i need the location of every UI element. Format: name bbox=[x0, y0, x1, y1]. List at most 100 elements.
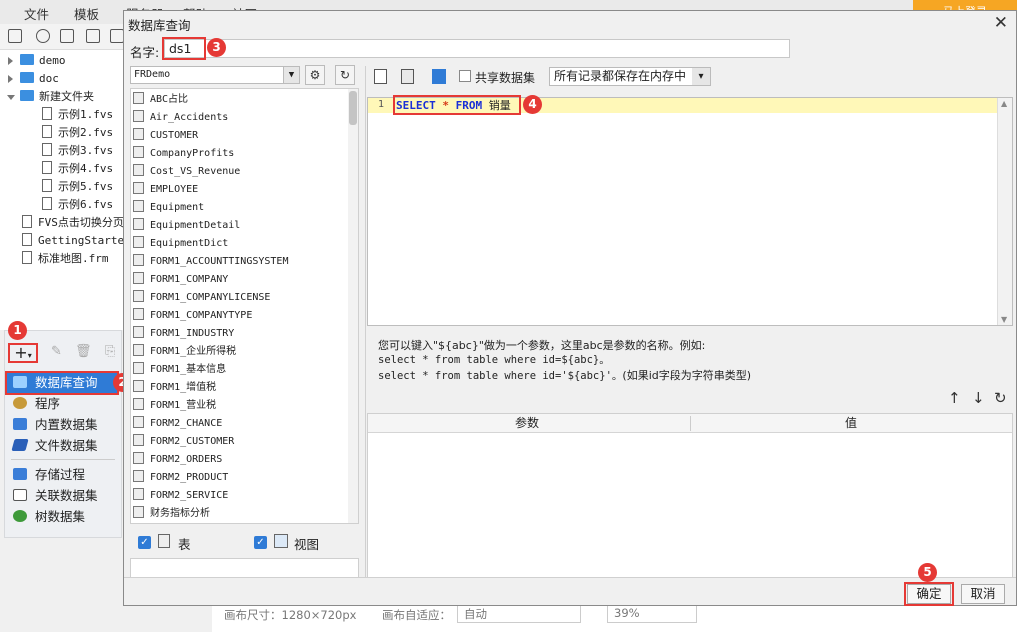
refresh-icon[interactable] bbox=[36, 29, 50, 43]
close-icon[interactable]: ✕ bbox=[994, 13, 1008, 33]
tree-file[interactable]: 示例5.fvs bbox=[42, 178, 113, 196]
document-icon[interactable] bbox=[60, 29, 74, 43]
zoom-select[interactable]: 39% bbox=[607, 603, 697, 623]
table-icon bbox=[133, 128, 144, 140]
chevron-down-icon[interactable]: ▾ bbox=[692, 68, 710, 85]
dataset-tree[interactable]: 树数据集 bbox=[13, 507, 85, 527]
dataset-file[interactable]: 文件数据集 bbox=[11, 436, 98, 456]
save-icon[interactable] bbox=[401, 69, 414, 84]
preview-icon[interactable] bbox=[374, 69, 387, 84]
scrollbar[interactable] bbox=[348, 89, 358, 523]
share-dataset-label: 共享数据集 bbox=[475, 71, 536, 85]
column-divider[interactable] bbox=[690, 416, 691, 431]
chevron-down-icon[interactable]: ▼ bbox=[283, 67, 299, 83]
dataset-relation[interactable]: 关联数据集 bbox=[13, 486, 98, 506]
table-item[interactable]: FORM1_企业所得税 bbox=[133, 343, 236, 361]
menu-file[interactable]: 文件 bbox=[24, 4, 49, 23]
arrow-up-icon[interactable]: ↑ bbox=[948, 389, 961, 407]
table-item[interactable]: FORM2_CUSTOMER bbox=[133, 433, 234, 451]
name-input[interactable]: ds1 bbox=[164, 39, 790, 58]
table-item[interactable]: FORM1_INDUSTRY bbox=[133, 325, 234, 343]
refresh-icon[interactable]: ↻ bbox=[994, 389, 1007, 407]
dataset-program[interactable]: 程序 bbox=[13, 394, 60, 414]
share-dataset-checkbox[interactable] bbox=[459, 70, 471, 82]
dataset-db-query[interactable]: 数据库查询 bbox=[5, 371, 119, 395]
table-item[interactable]: FORM2_SERVICE bbox=[133, 487, 228, 505]
table-item[interactable]: EquipmentDetail bbox=[133, 217, 240, 235]
program-icon bbox=[13, 397, 27, 409]
connection-settings-icon[interactable]: ⚙ bbox=[305, 65, 325, 85]
search-field[interactable] bbox=[130, 558, 359, 578]
table-item[interactable]: FORM1_基本信息 bbox=[133, 361, 226, 379]
table-item[interactable]: EquipmentDict bbox=[133, 235, 228, 253]
table-item[interactable]: FORM1_COMPANY bbox=[133, 271, 228, 289]
table-item[interactable]: FORM2_PRODUCT bbox=[133, 469, 228, 487]
scroll-up-icon[interactable]: ▲ bbox=[1001, 99, 1007, 108]
tree-folder-new[interactable]: 新建文件夹 bbox=[7, 88, 94, 106]
table-item[interactable]: FORM1_COMPANYLICENSE bbox=[133, 289, 270, 307]
hint-line-3: select * from table where id='${abc}'。(如… bbox=[378, 369, 752, 382]
refresh-icon[interactable]: ↻ bbox=[335, 65, 355, 85]
dataset-stored-procedure[interactable]: 存储过程 bbox=[13, 465, 85, 485]
table-item[interactable]: CUSTOMER bbox=[133, 127, 198, 145]
table-item[interactable]: 财务指标分析 bbox=[133, 505, 210, 523]
expand-icon[interactable] bbox=[8, 75, 13, 83]
tree-file[interactable]: 示例2.fvs bbox=[42, 124, 113, 142]
tree-file[interactable]: 示例1.fvs bbox=[42, 106, 113, 124]
preview-icon[interactable]: ⎘ bbox=[105, 344, 115, 359]
table-item[interactable]: FORM1_营业税 bbox=[133, 397, 216, 415]
arrow-down-icon[interactable]: ↓ bbox=[972, 389, 985, 407]
dataset-builtin[interactable]: 内置数据集 bbox=[13, 415, 98, 435]
tree-file[interactable]: FVS点击切换分页 bbox=[22, 214, 124, 232]
table-icon bbox=[133, 326, 144, 338]
table-item[interactable]: Cost_VS_Revenue bbox=[133, 163, 240, 181]
scroll-down-icon[interactable]: ▼ bbox=[1001, 315, 1007, 324]
table-item[interactable]: Equipment bbox=[133, 199, 204, 217]
view-checkbox[interactable]: ✓ bbox=[254, 536, 267, 549]
connection-select[interactable]: FRDemo ▼ bbox=[130, 66, 300, 84]
cache-mode-select[interactable]: 所有记录都保存在内存中 ▾ bbox=[549, 67, 711, 86]
tree-file[interactable]: 示例6.fvs bbox=[42, 196, 113, 214]
edit-icon[interactable]: ✎ bbox=[51, 344, 62, 359]
tree-file[interactable]: 标准地图.frm bbox=[22, 250, 109, 268]
gear-icon[interactable] bbox=[86, 29, 100, 43]
pane-divider[interactable] bbox=[365, 66, 366, 578]
file-icon bbox=[22, 251, 32, 264]
delete-icon[interactable] bbox=[110, 29, 124, 43]
tree-folder-demo[interactable]: demo bbox=[8, 52, 66, 70]
menu-template[interactable]: 模板 bbox=[74, 4, 99, 23]
adaptive-select[interactable]: 自动 bbox=[457, 603, 581, 623]
table-item[interactable]: FORM1_COMPANYTYPE bbox=[133, 307, 252, 325]
table-item[interactable]: Air_Accidents bbox=[133, 109, 228, 127]
new-file-icon[interactable] bbox=[8, 29, 22, 43]
sql-editor[interactable]: 1 SELECT * FROM 销量 ▲ ▼ bbox=[367, 97, 1013, 326]
tree-file[interactable]: 示例3.fvs bbox=[42, 142, 113, 160]
canvas-size: 画布尺寸：1280×720px bbox=[224, 608, 357, 622]
table-item[interactable]: EMPLOYEE bbox=[133, 181, 198, 199]
sql-builder-icon[interactable] bbox=[432, 69, 446, 84]
table-item[interactable]: FORM1_ACCOUNTTINGSYSTEM bbox=[133, 253, 288, 271]
tree-file[interactable]: GettingStarted bbox=[22, 232, 124, 250]
table-name: Air_Accidents bbox=[150, 112, 229, 123]
table-item[interactable]: FORM2_CHANCE bbox=[133, 415, 222, 433]
scrollbar[interactable]: ▲ ▼ bbox=[997, 98, 1012, 325]
view-icon bbox=[274, 534, 288, 548]
scrollbar-thumb[interactable] bbox=[349, 91, 357, 125]
parameter-table-header: 参数 值 bbox=[368, 414, 1012, 433]
table-checkbox[interactable]: ✓ bbox=[138, 536, 151, 549]
delete-icon[interactable]: 🗑 bbox=[75, 344, 92, 359]
table-item[interactable]: CompanyProfits bbox=[133, 145, 234, 163]
cancel-button[interactable]: 取消 bbox=[961, 584, 1005, 604]
tree-file[interactable]: 示例4.fvs bbox=[42, 160, 113, 178]
table-item[interactable]: FORM1_增值税 bbox=[133, 379, 216, 397]
tree-folder-doc[interactable]: doc bbox=[8, 70, 59, 88]
table-item[interactable]: FORM2_ORDERS bbox=[133, 451, 222, 469]
table-icon bbox=[133, 200, 144, 212]
add-dataset-button[interactable]: +▾ bbox=[8, 343, 38, 363]
sql-toolbar: 共享数据集 所有记录都保存在内存中 ▾ bbox=[369, 67, 1014, 87]
table-item[interactable]: ABC占比 bbox=[133, 91, 188, 109]
collapse-icon[interactable] bbox=[7, 95, 15, 100]
parameter-table: 参数 值 bbox=[367, 413, 1013, 578]
expand-icon[interactable] bbox=[8, 57, 13, 65]
view-filter-label: 视图 bbox=[294, 537, 320, 552]
